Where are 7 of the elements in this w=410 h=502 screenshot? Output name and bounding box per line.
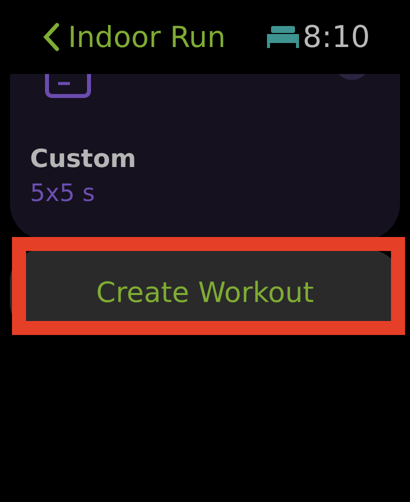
workout-title: Custom	[30, 144, 138, 173]
workout-card[interactable]: Custom 5x5 s	[10, 74, 400, 240]
workout-subtitle: 5x5 s	[30, 179, 96, 207]
back-link[interactable]: Indoor Run	[42, 20, 226, 54]
bed-icon	[266, 26, 299, 48]
chevron-left-icon	[42, 22, 60, 52]
clock-time: 8:10	[302, 20, 370, 54]
